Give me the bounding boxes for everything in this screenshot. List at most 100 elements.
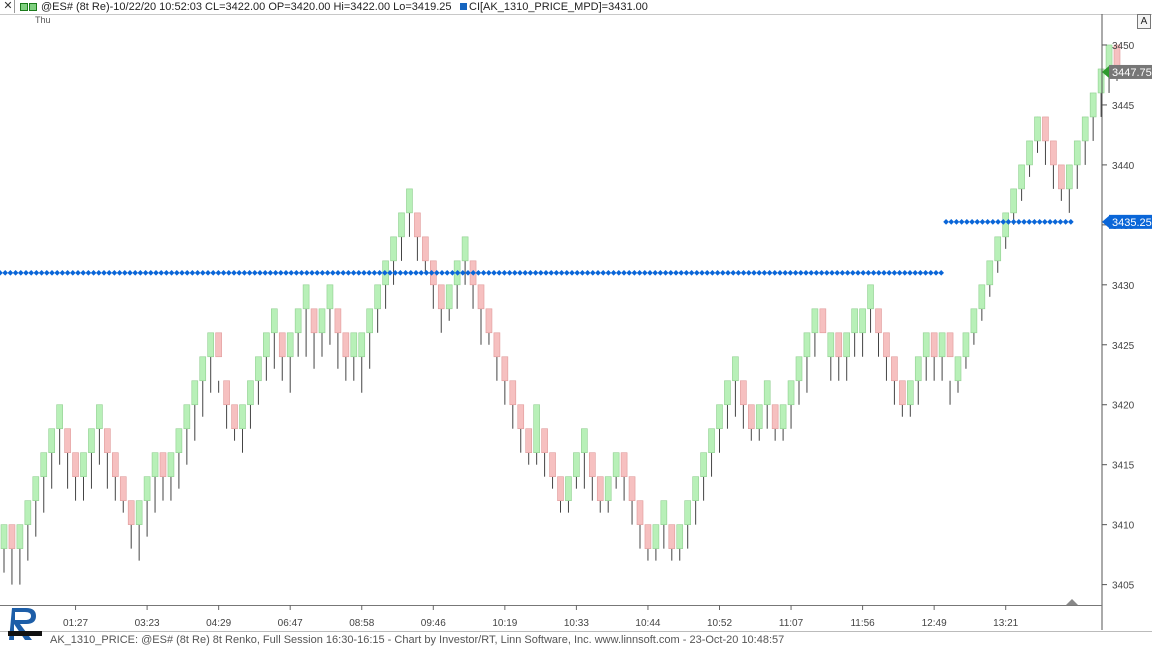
- up-candle: [724, 380, 731, 406]
- down-candle: [1058, 164, 1065, 190]
- down-candle: [72, 452, 79, 477]
- indicator-dot: [397, 269, 404, 276]
- up-candle: [1081, 116, 1089, 142]
- indicator-dot: [173, 269, 180, 276]
- up-candle: [573, 452, 580, 477]
- y-tick-label: 3410: [1112, 521, 1135, 532]
- indicator-dot: [1068, 219, 1074, 225]
- indicator-dot: [823, 269, 830, 276]
- indicator-dot: [995, 219, 1001, 225]
- x-tick-label: 11:56: [850, 618, 875, 629]
- up-candle: [652, 524, 660, 549]
- up-candle: [906, 380, 914, 406]
- indicator-dot: [839, 269, 846, 276]
- down-candle: [628, 476, 636, 501]
- indicator-dot: [205, 269, 211, 276]
- indicator-dot: [896, 269, 903, 276]
- up-candle: [366, 308, 374, 334]
- renko-chart[interactable]: 3405341034153420342534303435344034453450…: [0, 0, 1152, 647]
- indicator-dot: [272, 269, 279, 276]
- down-candle: [875, 308, 882, 334]
- up-candle: [318, 308, 326, 334]
- indicator-dot: [600, 269, 607, 276]
- indicator-dot: [319, 269, 326, 276]
- indicator-dot: [506, 269, 513, 276]
- up-candle: [795, 356, 803, 382]
- up-candle: [962, 332, 970, 358]
- indicator-dot: [855, 269, 861, 276]
- indicator-dot: [236, 269, 243, 276]
- indicator-dot: [818, 269, 825, 276]
- up-candle: [700, 452, 707, 477]
- indicator-dot: [501, 269, 508, 276]
- down-candle: [930, 332, 938, 358]
- indicator-dot: [709, 269, 716, 276]
- indicator-dot: [688, 269, 695, 276]
- down-candle: [159, 452, 167, 477]
- indicator-dot: [548, 269, 555, 276]
- indicator-dot: [589, 269, 596, 276]
- indicator-dot: [402, 269, 409, 276]
- down-candle: [342, 332, 350, 358]
- up-candle: [199, 356, 207, 382]
- indicator-dot: [350, 269, 357, 276]
- down-candle: [8, 524, 16, 549]
- down-candle: [509, 380, 517, 406]
- down-candle: [620, 452, 628, 477]
- indicator-dot: [990, 219, 996, 225]
- up-candle: [1010, 188, 1017, 214]
- up-candle: [763, 380, 771, 406]
- indicator-dot: [38, 269, 45, 276]
- down-candle: [1050, 140, 1057, 166]
- indicator-dot: [865, 269, 872, 276]
- down-candle: [644, 524, 652, 549]
- x-tick-label: 01:27: [63, 618, 88, 629]
- down-candle: [899, 380, 906, 406]
- indicator-dot: [246, 269, 253, 276]
- indicator-dot: [69, 269, 76, 276]
- down-candle: [946, 332, 954, 358]
- up-candle: [24, 500, 32, 525]
- indicator-dot: [844, 269, 851, 276]
- up-candle: [708, 428, 715, 454]
- up-candle: [581, 428, 588, 454]
- down-candle: [477, 284, 485, 310]
- indicator-dot: [974, 219, 981, 225]
- down-candle: [636, 500, 644, 525]
- indicator-dot: [59, 269, 66, 276]
- up-candle: [175, 428, 183, 454]
- indicator-dot: [782, 269, 789, 276]
- indicator-dot: [184, 269, 191, 276]
- indicator-dot: [480, 269, 487, 276]
- indicator-dot: [33, 269, 40, 276]
- up-candle: [135, 500, 143, 525]
- indicator-dot: [849, 269, 856, 276]
- up-candle: [247, 380, 254, 406]
- indicator-dot: [101, 269, 107, 276]
- up-candle: [970, 308, 978, 334]
- indicator-dot: [257, 269, 263, 276]
- indicator-dot: [231, 269, 237, 276]
- indicator-dot: [1026, 219, 1033, 225]
- down-candle: [422, 236, 429, 262]
- indicator-dot: [912, 269, 919, 276]
- indicator-dot: [615, 269, 622, 276]
- indicator-dot: [277, 269, 284, 276]
- up-candle: [302, 284, 310, 310]
- up-candle: [954, 356, 962, 382]
- y-tick-label: 3440: [1112, 161, 1135, 172]
- indicator-dot: [584, 269, 591, 276]
- up-candle: [851, 308, 858, 334]
- indicator-dot: [579, 269, 586, 276]
- indicator-dot: [413, 269, 419, 276]
- indicator-dot: [678, 269, 685, 276]
- up-candle: [1026, 140, 1033, 166]
- up-candle: [859, 308, 866, 334]
- down-candle: [310, 308, 318, 334]
- indicator-dot: [376, 269, 383, 276]
- up-candle: [294, 308, 302, 334]
- indicator-dot: [927, 269, 934, 276]
- indicator-dot: [527, 269, 534, 276]
- indicator-dot: [2, 269, 9, 276]
- indicator-dot: [756, 269, 763, 276]
